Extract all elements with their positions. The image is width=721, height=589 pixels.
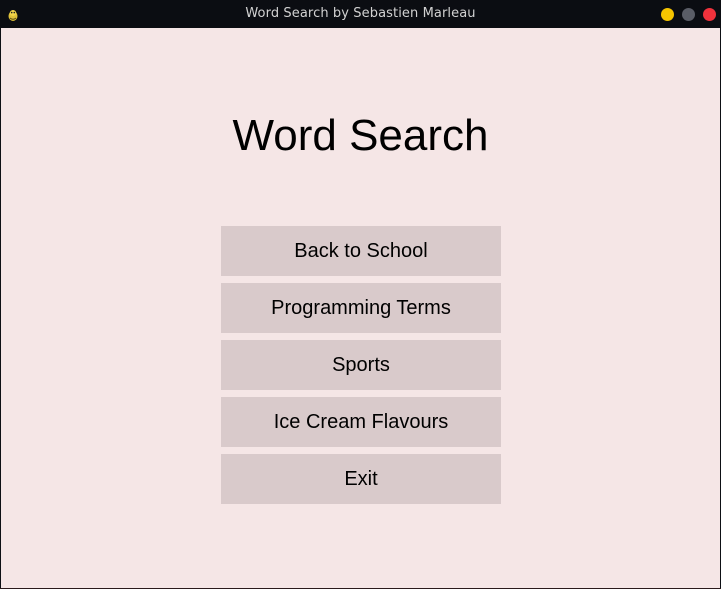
ice-cream-flavours-button[interactable]: Ice Cream Flavours [221,397,501,447]
programming-terms-button[interactable]: Programming Terms [221,283,501,333]
close-button[interactable] [703,8,716,21]
title-bar[interactable]: Word Search by Sebastien Marleau [0,0,721,28]
game-canvas: Word Search Back to School Programming T… [1,28,720,588]
sports-button[interactable]: Sports [221,340,501,390]
maximize-button[interactable] [682,8,695,21]
back-to-school-button[interactable]: Back to School [221,226,501,276]
minimize-button[interactable] [661,8,674,21]
window-title: Word Search by Sebastien Marleau [245,6,476,21]
page-title: Word Search [232,111,489,160]
exit-button[interactable]: Exit [221,454,501,504]
app-window: Word Search by Sebastien Marleau Word Se… [0,0,721,589]
